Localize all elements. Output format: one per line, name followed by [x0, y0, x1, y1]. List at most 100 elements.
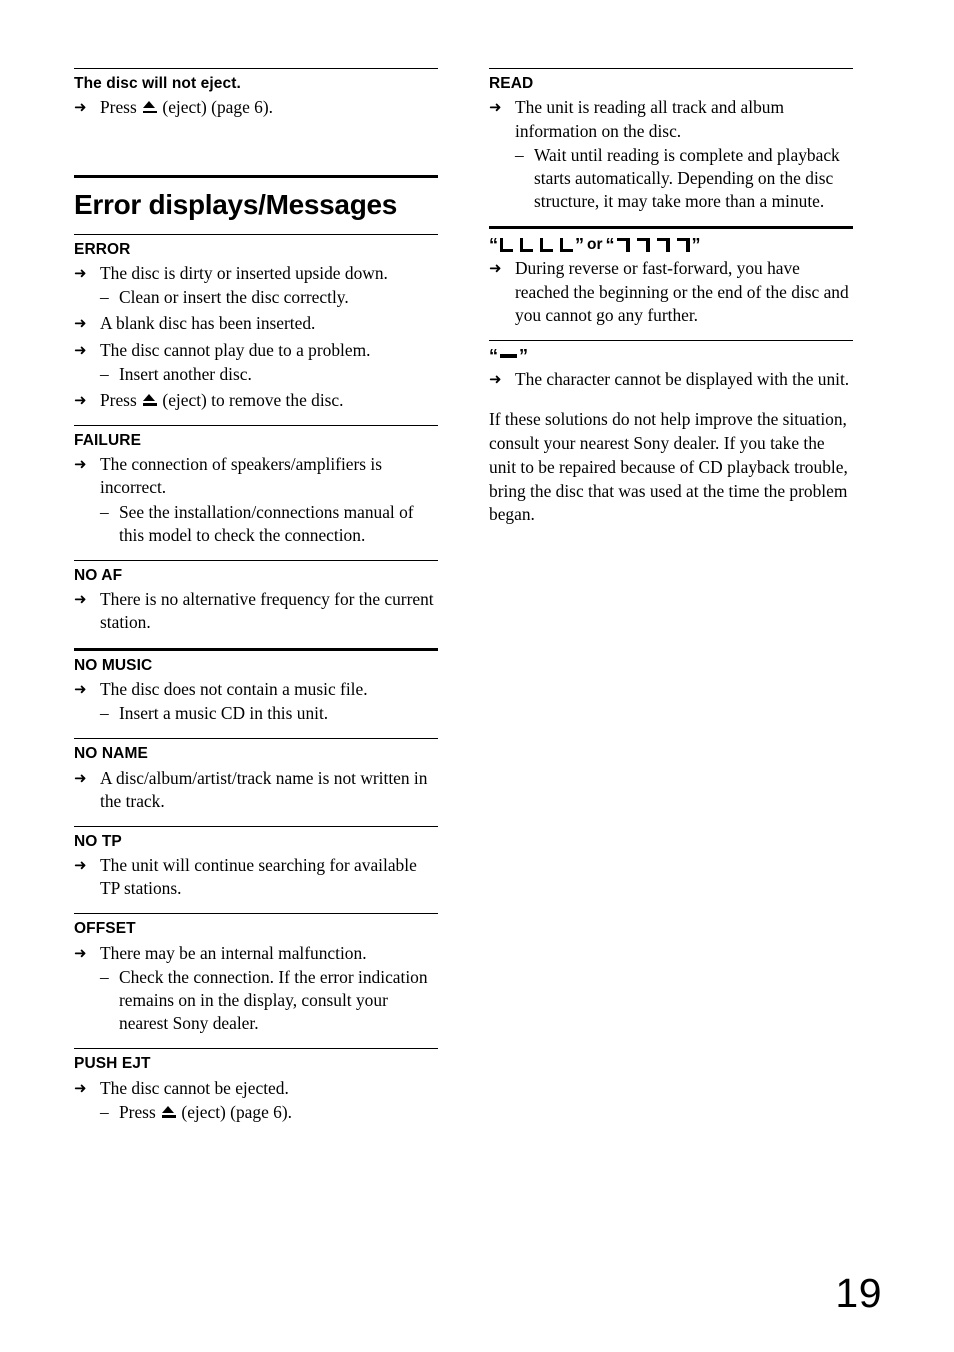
arrow-item: ➜ The character cannot be displayed with…	[489, 368, 853, 391]
section-heading-no-tp: NO TP	[74, 832, 122, 850]
item-text: The unit is reading all track and album …	[515, 97, 784, 141]
item-text: Check the connection. If the error indic…	[119, 967, 428, 1034]
item-text: During reverse or fast-forward, you have…	[515, 258, 849, 325]
open-quote: “	[605, 234, 615, 255]
section-body: ➜ There is no alternative frequency for …	[74, 588, 438, 634]
dash-icon: –	[100, 1101, 109, 1122]
section-heading-failure: FAILURE	[74, 431, 142, 449]
arrow-item: ➜ There may be an internal malfunction.	[74, 942, 438, 965]
top-right-corner-bracket-icon	[616, 237, 630, 252]
section-rule	[74, 913, 438, 915]
section-rule	[74, 825, 438, 827]
section-heading-read: READ	[489, 75, 534, 92]
section-heading-offset: OFFSET	[74, 920, 136, 938]
arrow-item: ➜ There is no alternative frequency for …	[74, 588, 438, 634]
section-heading-bar-glyph: “ ”	[489, 347, 853, 365]
arrow-icon: ➜	[74, 390, 87, 409]
close-quote: ”	[575, 234, 584, 255]
section-body: ➜ A disc/album/artist/track name is not …	[74, 767, 438, 813]
closing-paragraph: If these solutions do not help improve t…	[489, 409, 848, 525]
arrow-icon: ➜	[489, 259, 502, 278]
section-rule	[74, 424, 438, 426]
dash-item: – Check the connection. If the error ind…	[74, 966, 438, 1035]
underscore-bar-icon	[500, 354, 517, 358]
section-rule	[489, 339, 853, 341]
section-heading-push-ejt: PUSH EJT	[74, 1055, 151, 1073]
top-right-corner-bracket-icon	[636, 237, 650, 252]
item-text: Clean or insert the disc correctly.	[119, 287, 349, 308]
section-rule	[74, 233, 438, 235]
arrow-item: ➜ Press (eject) to remove the disc.	[74, 389, 438, 412]
dash-icon: –	[100, 967, 109, 987]
item-text: There is no alternative frequency for th…	[100, 589, 434, 633]
item-text: There may be an internal malfunction.	[100, 942, 367, 963]
arrow-item: ➜ The disc does not contain a music file…	[74, 678, 438, 701]
item-text: The character cannot be displayed with t…	[515, 368, 850, 389]
page-number: 19	[835, 1270, 882, 1316]
vertical-spacer	[74, 133, 438, 175]
section-body: ➜ The disc is dirty or inserted upside d…	[74, 262, 438, 412]
arrow-icon: ➜	[74, 856, 87, 875]
arrow-icon: ➜	[489, 369, 502, 388]
dash-icon: –	[100, 703, 109, 724]
section-body: ➜ The disc cannot be ejected. – Press (e…	[74, 1077, 438, 1124]
section-body: ➜ The connection of speakers/amplifiers …	[74, 453, 438, 547]
group-rule	[74, 174, 438, 178]
page-title: Error displays/Messages	[74, 188, 398, 220]
conjunction-label: or	[587, 236, 603, 254]
arrow-icon: ➜	[74, 455, 87, 474]
section-rule	[74, 738, 438, 740]
dash-icon: –	[100, 287, 109, 308]
dash-item: – Clean or insert the disc correctly.	[74, 286, 438, 309]
bottom-left-corner-bracket-icon	[520, 237, 533, 252]
section-body: ➜ The character cannot be displayed with…	[489, 368, 853, 391]
item-text: The connection of speakers/amplifiers is…	[100, 454, 383, 498]
section-body: ➜ There may be an internal malfunction. …	[74, 942, 438, 1036]
section-rule	[74, 1048, 438, 1050]
dash-item: – Wait until reading is complete and pla…	[489, 144, 853, 213]
dash-item: – Press (eject) (page 6).	[74, 1101, 438, 1124]
item-text: Press (eject) to remove the disc.	[100, 389, 344, 410]
section-body: ➜ The unit will continue searching for a…	[74, 854, 438, 900]
item-text: The disc is dirty or inserted upside dow…	[100, 263, 388, 284]
bottom-left-corner-bracket-icon	[540, 237, 553, 252]
dash-icon: –	[100, 501, 109, 522]
dash-item: – Insert a music CD in this unit.	[74, 702, 438, 725]
section-body: ➜ Press (eject) (page 6).	[74, 96, 438, 119]
manual-page: The disc will not eject. ➜ Press (eject)…	[0, 0, 954, 1352]
dash-icon: –	[515, 144, 524, 165]
section-body: ➜ During reverse or fast-forward, you ha…	[489, 257, 853, 326]
two-column-layout: The disc will not eject. ➜ Press (eject)…	[74, 68, 880, 1137]
dash-item: – See the installation/connections manua…	[74, 501, 438, 547]
bottom-left-corner-bracket-icon	[500, 237, 513, 252]
item-text: The disc does not contain a music file.	[100, 678, 368, 699]
arrow-item: ➜ The disc cannot be ejected.	[74, 1077, 438, 1100]
item-text: A blank disc has been inserted.	[100, 313, 316, 334]
item-text: Press (eject) (page 6).	[119, 1101, 292, 1122]
arrow-icon: ➜	[74, 768, 87, 787]
item-text: Press (eject) (page 6).	[100, 97, 273, 118]
arrow-icon: ➜	[74, 943, 87, 962]
arrow-item: ➜ The disc cannot play due to a problem.	[74, 339, 438, 362]
close-quote: ”	[519, 345, 528, 366]
arrow-item: ➜ During reverse or fast-forward, you ha…	[489, 257, 853, 326]
section-body: ➜ The unit is reading all track and albu…	[489, 96, 853, 213]
section-rule	[489, 68, 853, 69]
arrow-item: ➜ The disc is dirty or inserted upside d…	[74, 262, 438, 285]
section-body: ➜ The disc does not contain a music file…	[74, 678, 438, 725]
arrow-icon: ➜	[74, 98, 87, 117]
item-text: Wait until reading is complete and playb…	[534, 144, 840, 211]
arrow-item: ➜ Press (eject) (page 6).	[74, 96, 438, 119]
arrow-icon: ➜	[74, 264, 87, 283]
arrow-icon: ➜	[74, 590, 87, 609]
arrow-icon: ➜	[74, 340, 87, 359]
item-text: A disc/album/artist/track name is not wr…	[100, 767, 428, 811]
eject-icon	[142, 101, 157, 114]
item-text: The disc cannot be ejected.	[100, 1077, 289, 1098]
group-rule	[489, 226, 853, 230]
arrow-item: ➜ The unit is reading all track and albu…	[489, 96, 853, 142]
top-right-corner-bracket-group	[616, 237, 690, 252]
arrow-icon: ➜	[74, 314, 87, 333]
section-heading-corner-glyphs: “ ” or “ ”	[489, 235, 853, 254]
top-right-corner-bracket-icon	[676, 237, 690, 252]
